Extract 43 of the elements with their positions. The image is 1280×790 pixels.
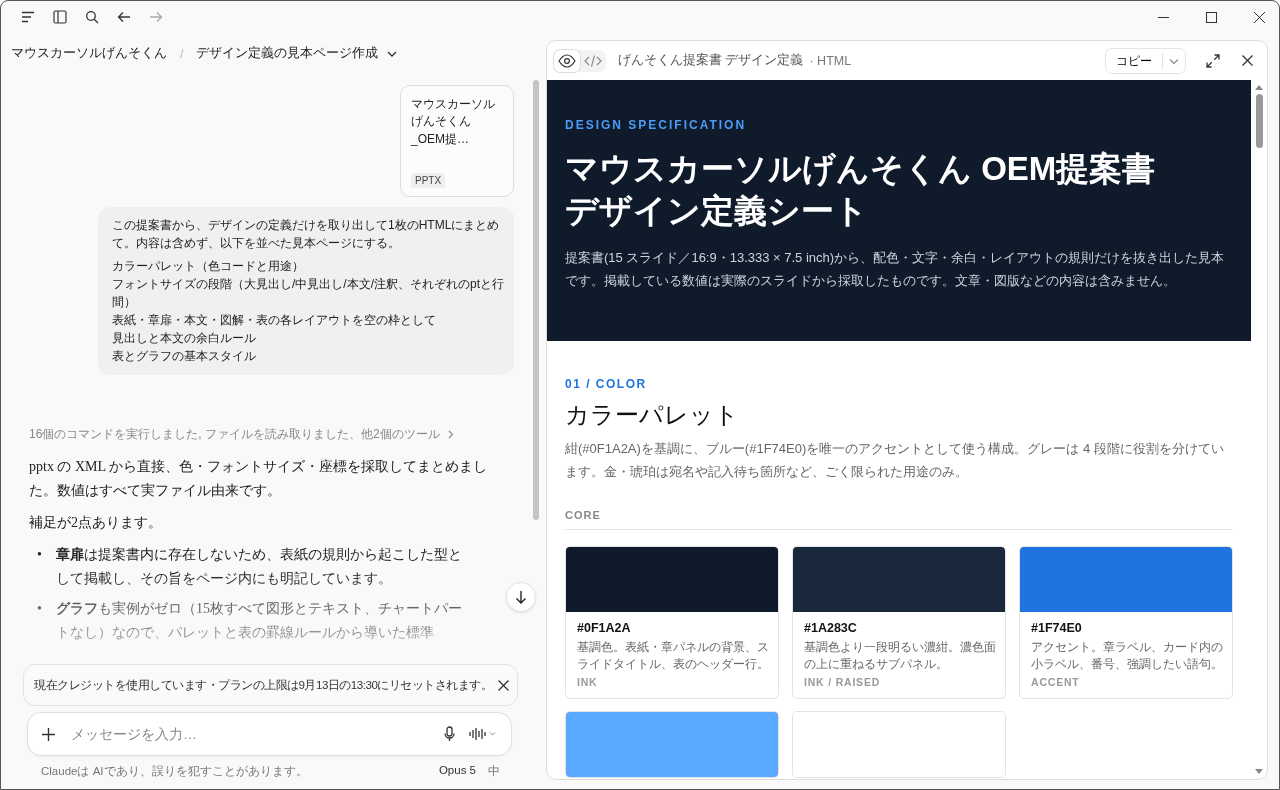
message-line: 見出しと本文の余白ルール: [112, 330, 257, 347]
message-line: 表とグラフの基本スタイル: [112, 348, 257, 365]
eyebrow-label: DESIGN SPECIFICATION: [565, 118, 748, 132]
section-description: 紺(#0F1A2A)を基調に、ブルー(#1F74E0)を唯一のアクセントとして使う構成。グレーは 4 段階に役割を分けています。金・琥珀は宛名や記入待ち箇所など、ごく限られた用途のみ。: [565, 440, 1225, 481]
artifact-title: げんそくん提案書 デザイン定義: [618, 52, 804, 69]
color-usage: 基調色。表紙・章パネルの背景、スライドタイトル、表のヘッダー行。: [577, 639, 770, 673]
artifact-type: · HTML: [809, 53, 852, 68]
color-code: #1A283C: [804, 621, 858, 635]
file-name: マウスカーソルげんそくん_OEM提…: [411, 96, 496, 148]
bullet-marker: •: [37, 600, 42, 618]
breadcrumb-separator: /: [180, 46, 184, 61]
bullet-marker: •: [37, 546, 42, 564]
attachment-card[interactable]: マウスカーソルげんそくん_OEM提… PPTX: [400, 85, 514, 197]
message-composer[interactable]: メッセージを入力…: [27, 712, 512, 756]
model-selector[interactable]: Opus 5 中: [438, 764, 500, 779]
answer-paragraph: pptx の XML から直接、色・フォントサイズ・座標を採取してまとめました。数値はすべて実ファイル由来です。: [29, 458, 488, 500]
bullet-item: 章扉は提案書内に存在しないため、表紙の規則から起こした型として掲載し、その旨をページ内にも明記しています。: [55, 546, 463, 588]
group-label: CORE: [565, 509, 1233, 530]
lead-text: 提案書(15 スライド／16:9・13.333 × 7.5 inch)から、配色・文字・余白・レイアウトの規則だけを抜き出した見本です。掲載している数値は実際のスライドから採取したものです。文章・図版などの内容は含みません。: [565, 249, 1226, 290]
message-text: この提案書から、デザインの定義だけを取り出して1枚のHTMLにまとめて。内容は含めず、以下を並べた見本ページにする。: [112, 217, 501, 252]
message-line: フォントサイズの段階（大見出し/中見出し/本文/注釈、それぞれのptと行間）: [112, 276, 504, 311]
section-label: 01 / COLOR: [565, 377, 648, 391]
color-code: #1F74E0: [1031, 621, 1083, 635]
bullet-item: グラフも実例がゼロ（15枚すべて図形とテキスト、チャートパートなし）なので、パレットと表の罫線ルールから導いた標準: [55, 600, 463, 642]
section-title: カラーパレット: [565, 400, 740, 430]
color-code: #0F1A2A: [577, 621, 632, 635]
color-role: INK: [577, 676, 599, 688]
chat-title[interactable]: デザイン定義の見本ページ作成: [196, 45, 379, 62]
tool-summary[interactable]: 16個のコマンドを実行しました, ファイルを読み取りました、他2個のツール: [29, 426, 440, 443]
color-usage: 基調色より一段明るい濃紺。濃色面の上に重ねるサブパネル。: [804, 639, 997, 673]
notice-text: 現在クレジットを使用しています・プランの上限は9月13日の13:30にリセットされます。: [34, 677, 493, 693]
answer-paragraph: 補足が2点あります。: [29, 514, 163, 532]
color-role: ACCENT: [1031, 676, 1081, 688]
color-role: INK / RAISED: [804, 676, 882, 688]
color-usage: アクセント。章ラベル、カード内の小ラベル、番号、強調したい語句。: [1031, 639, 1224, 673]
message-line: 表紙・章扉・本文・図解・表の各レイアウトを空の枠として: [112, 312, 437, 329]
file-type-tag: PPTX: [411, 173, 446, 188]
disclaimer-text: Claudeは AIであり、誤りを犯すことがあります。: [41, 764, 308, 779]
page-title: デザイン定義シート: [565, 191, 869, 231]
message-input[interactable]: メッセージを入力…: [69, 725, 430, 743]
page-title: マウスカーソルげんそくん OEM提案書: [565, 149, 1157, 189]
project-link[interactable]: マウスカーソルげんそくん: [11, 45, 167, 62]
message-line: カラーパレット（色コードと用途）: [112, 258, 305, 275]
